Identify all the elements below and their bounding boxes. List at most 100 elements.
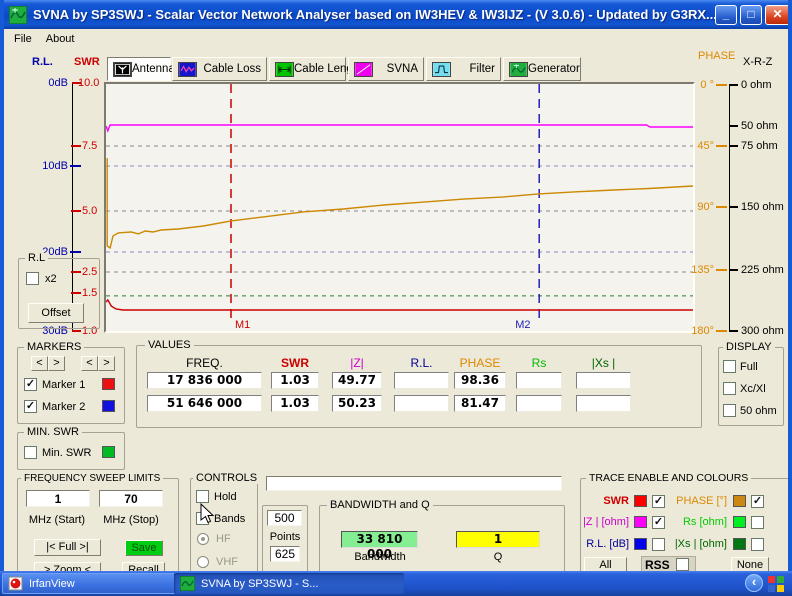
trace-z-checkbox[interactable]: ✓ xyxy=(652,516,665,529)
marker1-step-right-button[interactable]: > xyxy=(48,356,65,371)
values-header-rs: Rs xyxy=(516,356,562,370)
toolbar-button-antenna[interactable]: Antenna xyxy=(107,57,171,81)
z-tick-label: 0 ohm xyxy=(741,79,772,91)
toolbar-label: Antenna xyxy=(132,63,175,75)
hold-checkbox[interactable] xyxy=(196,490,209,503)
trace-rl-swatch[interactable] xyxy=(634,538,647,550)
hf-radio[interactable] xyxy=(197,533,209,545)
q-label: Q xyxy=(484,551,512,563)
toolbar-label: Generator xyxy=(528,63,580,75)
svna-taskbar-icon xyxy=(180,576,195,591)
cable-loss-icon xyxy=(178,62,197,77)
trace-xs-checkbox[interactable] xyxy=(751,538,764,551)
svna-window: SVNA by SP3SWJ - Scalar Vector Network A… xyxy=(0,0,792,571)
vhf-radio[interactable] xyxy=(197,556,209,568)
phase-tick xyxy=(716,269,727,271)
rss-checkbox[interactable] xyxy=(676,558,689,571)
swr-tick xyxy=(72,330,81,332)
trace-all-button[interactable]: All xyxy=(584,557,627,571)
trace-phase-checkbox[interactable]: ✓ xyxy=(751,495,764,508)
value-z-m2: 50.23 xyxy=(332,395,382,412)
value-swr-m1: 1.03 xyxy=(271,372,319,389)
phase-tick xyxy=(716,84,727,86)
phase-tick-label: 0 ° xyxy=(676,79,714,91)
trace-z-swatch[interactable] xyxy=(634,516,647,528)
min-swr-group-title: MIN. SWR xyxy=(24,427,82,438)
swr-tick xyxy=(71,145,81,147)
marker1-checkbox[interactable]: ✓ xyxy=(24,378,37,391)
value-rl-m1 xyxy=(394,372,449,389)
value-phase-m2: 81.47 xyxy=(454,395,506,412)
trace-rs-swatch[interactable] xyxy=(733,516,746,528)
min-swr-checkbox[interactable] xyxy=(24,446,37,459)
trace-rs-checkbox[interactable] xyxy=(751,516,764,529)
z-tick xyxy=(729,84,738,86)
marker2-checkbox[interactable]: ✓ xyxy=(24,400,37,413)
trace-phase-swatch[interactable] xyxy=(733,495,746,507)
close-button[interactable]: ✕ xyxy=(765,5,790,25)
tray-chevron-button[interactable]: ‹ xyxy=(745,574,763,592)
trace-swr xyxy=(106,300,693,310)
min-swr-color-swatch[interactable] xyxy=(102,446,115,458)
marker2-step-right-button[interactable]: > xyxy=(98,356,115,371)
toolbar-button-filter[interactable]: Filter xyxy=(426,57,501,81)
sweep-stop-input[interactable] xyxy=(99,490,163,507)
value-rs-m1 xyxy=(516,372,562,389)
toolbar-button-cable-loss[interactable]: Cable Loss xyxy=(172,57,267,81)
display-full-label: Full xyxy=(740,361,758,373)
rl-tick-label: 10dB xyxy=(28,160,68,172)
command-input[interactable] xyxy=(266,476,562,491)
offset-button[interactable]: Offset xyxy=(28,303,84,323)
values-header-z: |Z| xyxy=(332,356,382,370)
tray-icon[interactable] xyxy=(767,575,785,593)
display-xcxl-checkbox[interactable] xyxy=(723,382,736,395)
zoom-button[interactable]: > Zoom < xyxy=(34,562,101,571)
rss-label: RSS xyxy=(645,558,670,571)
toolbar-button-svna[interactable]: SVNA xyxy=(348,57,424,81)
points-top-value[interactable]: 500 xyxy=(267,510,302,526)
z-tick xyxy=(729,145,738,147)
trace-swr-checkbox[interactable]: ✓ xyxy=(652,495,665,508)
toolbar-button-generator[interactable]: Generator xyxy=(503,57,581,81)
trace-none-button[interactable]: None xyxy=(731,557,769,571)
minimize-button[interactable]: _ xyxy=(715,5,737,25)
marker1-color-swatch[interactable] xyxy=(102,378,115,390)
trace-swr-swatch[interactable] xyxy=(634,495,647,507)
menu-file[interactable]: File xyxy=(14,33,32,45)
left-axis-rl-header: R.L. xyxy=(32,56,53,68)
save-button[interactable]: Save xyxy=(125,540,163,556)
value-z-m1: 49.77 xyxy=(332,372,382,389)
value-xs-m2 xyxy=(576,395,631,412)
menu-about[interactable]: About xyxy=(46,33,75,45)
recall-button[interactable]: Recall xyxy=(122,562,165,571)
display-50ohm-checkbox[interactable] xyxy=(723,404,736,417)
maximize-button[interactable]: □ xyxy=(740,5,762,25)
display-full-checkbox[interactable] xyxy=(723,360,736,373)
taskbar-item-svna[interactable]: SVNA by SP3SWJ - S... xyxy=(174,573,404,594)
app-icon xyxy=(9,6,27,24)
toolbar-button-cable-length[interactable]: Cable Length xyxy=(269,57,346,81)
title-bar: SVNA by SP3SWJ - Scalar Vector Network A… xyxy=(4,0,792,29)
values-header-rl: R.L. xyxy=(394,356,449,370)
taskbar-item-irfanview[interactable]: IrfanView xyxy=(2,573,180,594)
sweep-start-input[interactable] xyxy=(26,490,90,507)
z-axis-line xyxy=(729,85,730,332)
menu-bar: File About xyxy=(4,29,792,48)
rl-x2-checkbox[interactable] xyxy=(26,272,39,285)
marker1-label: Marker 1 xyxy=(42,379,85,391)
points-bottom-value[interactable]: 625 xyxy=(270,546,300,562)
full-span-button[interactable]: |< Full >| xyxy=(34,539,101,556)
marker1-step-left-button[interactable]: < xyxy=(31,356,48,371)
value-freq-m1: 17 836 000 xyxy=(147,372,262,389)
trace-xs-swatch[interactable] xyxy=(733,538,746,550)
svna-icon xyxy=(354,62,373,77)
chart-plot-area[interactable]: M1M2 xyxy=(104,82,695,333)
generator-icon xyxy=(509,62,528,77)
trace-rl-checkbox[interactable] xyxy=(652,538,665,551)
z-tick xyxy=(729,330,738,332)
trace-enable-group-title: TRACE ENABLE AND COLOURS xyxy=(586,473,751,484)
sweep-start-label: MHz (Start) xyxy=(16,514,98,526)
left-axis-swr-header: SWR xyxy=(74,56,100,68)
marker2-color-swatch[interactable] xyxy=(102,400,115,412)
marker2-step-left-button[interactable]: < xyxy=(81,356,98,371)
